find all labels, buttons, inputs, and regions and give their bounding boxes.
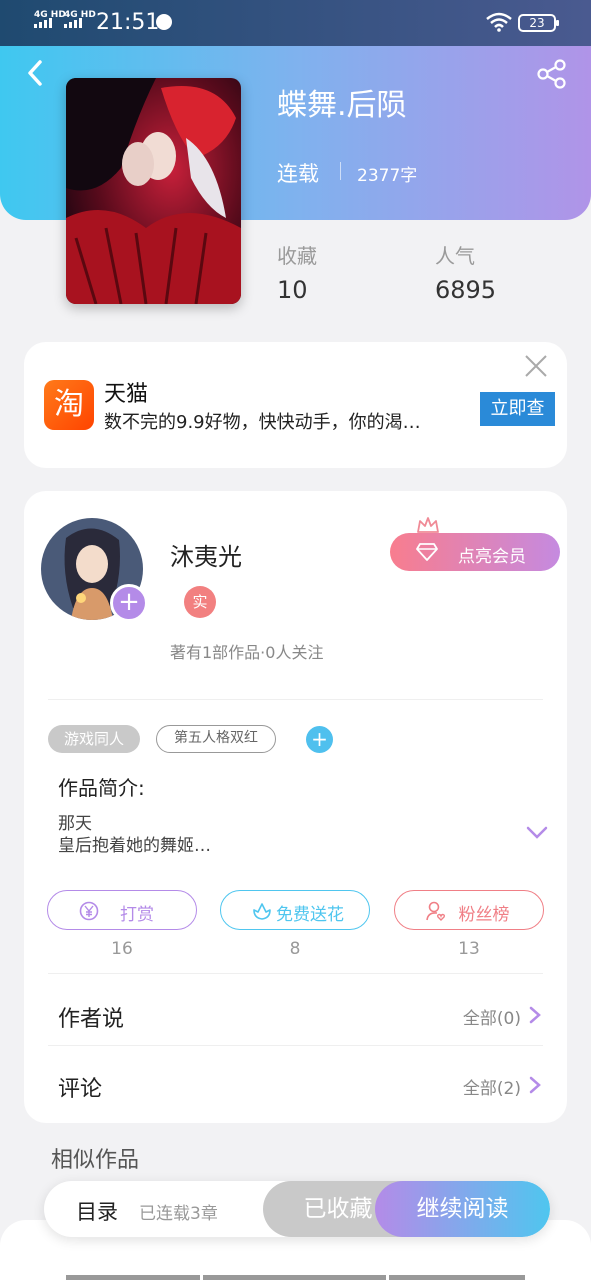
fan-ranking-button[interactable]: 粉丝榜 <box>394 890 544 930</box>
send-flower-button[interactable]: 免费送花 <box>220 890 370 930</box>
chevron-right-icon <box>529 1006 541 1024</box>
author-says-all: 全部(0) <box>462 1009 521 1029</box>
follow-plus-button[interactable]: + <box>110 584 148 622</box>
clock: 21:51 <box>96 10 160 35</box>
popularity-value: 6895 <box>435 276 497 304</box>
intro-label: 作品简介: <box>58 776 145 800</box>
add-tag-button[interactable]: + <box>306 726 333 753</box>
chapter-progress: 已连载3章 <box>139 1204 218 1224</box>
chevron-right-icon <box>529 1076 541 1094</box>
author-card: + 沐夷光 实 著有1部作品·0人关注 点亮会员 游戏同人 第五人格双红 + 作… <box>24 491 567 1123</box>
divider <box>48 699 543 700</box>
word-count: 2377字 <box>357 166 418 186</box>
author-meta: 著有1部作品·0人关注 <box>170 643 324 662</box>
close-icon[interactable] <box>524 354 548 378</box>
comments-all: 全部(2) <box>462 1079 521 1099</box>
fan-ranking-label: 粉丝榜 <box>458 905 510 925</box>
divider <box>48 1045 543 1046</box>
book-cover[interactable] <box>66 78 241 304</box>
favorites-value: 10 <box>277 276 308 304</box>
comments-title: 评论 <box>58 1077 103 1102</box>
verified-badge: 实 <box>184 586 216 618</box>
popularity-label: 人气 <box>435 244 475 268</box>
crown-icon <box>417 517 439 533</box>
flower-count: 8 <box>289 939 301 959</box>
ad-description: 数不完的9.9好物，快快动手，你的渴… <box>104 412 421 433</box>
vip-button-label: 点亮会员 <box>458 547 526 567</box>
signal-icon <box>64 18 82 28</box>
globe-icon <box>156 14 172 30</box>
tag-game-fanfic[interactable]: 游戏同人 <box>48 725 140 753</box>
status-bar: 4G HD 4G HD 21:51 23 <box>0 0 591 46</box>
divider <box>340 162 341 180</box>
ad-banner[interactable]: 淘 天猫 数不完的9.9好物，快快动手，你的渴… 立即查 <box>24 342 567 468</box>
fan-count: 13 <box>458 939 480 959</box>
home-indicator <box>389 1275 525 1280</box>
author-name[interactable]: 沐夷光 <box>170 537 242 572</box>
vip-button[interactable]: 点亮会员 <box>390 533 560 571</box>
divider <box>48 973 543 974</box>
battery-icon: 23 <box>518 14 559 32</box>
author-says-title: 作者说 <box>58 1007 125 1032</box>
tip-count: 16 <box>111 939 133 959</box>
favorites-label: 收藏 <box>277 244 317 268</box>
ad-title: 天猫 <box>104 382 149 407</box>
share-icon[interactable] <box>536 58 568 90</box>
home-indicator <box>203 1275 386 1280</box>
book-status: 连载 <box>277 162 319 186</box>
wifi-icon <box>486 12 512 32</box>
bottom-action-bar: 目录 已连载3章 已收藏 继续阅读 <box>44 1181 550 1237</box>
tag-identity-v[interactable]: 第五人格双红 <box>156 725 276 753</box>
intro-text: 那天 皇后抱着她的舞姬… <box>58 814 211 856</box>
home-indicator <box>66 1275 200 1280</box>
diamond-icon <box>416 543 438 561</box>
tip-button[interactable]: 打赏 <box>47 890 197 930</box>
continue-reading-button[interactable]: 继续阅读 <box>375 1181 550 1237</box>
taobao-logo-icon: 淘 <box>44 380 94 430</box>
signal-icon <box>34 18 52 28</box>
chevron-down-icon[interactable] <box>526 826 548 840</box>
similar-works-title: 相似作品 <box>51 1148 140 1173</box>
back-arrow-icon[interactable] <box>22 58 48 88</box>
send-flower-label: 免费送花 <box>276 905 344 925</box>
ad-cta-button[interactable]: 立即查 <box>480 392 555 426</box>
tip-label: 打赏 <box>120 905 154 925</box>
toc-button[interactable]: 目录 <box>76 1196 118 1226</box>
book-title: 蝶舞.后陨 <box>277 88 407 123</box>
